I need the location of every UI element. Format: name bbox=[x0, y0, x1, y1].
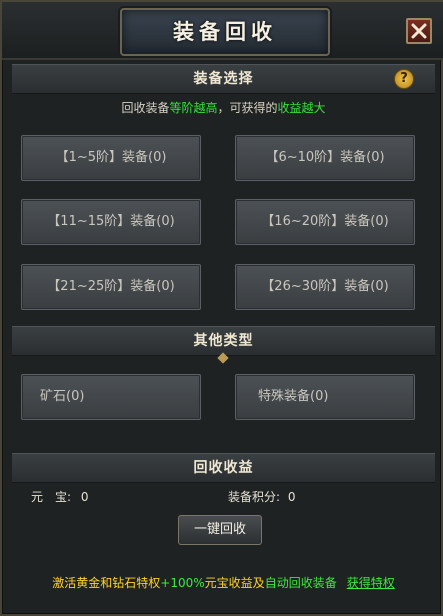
hint-highlight-2: 收益越大 bbox=[277, 101, 326, 115]
equip-tier-26-30-button[interactable]: 【26~30阶】装备(0) bbox=[235, 264, 415, 310]
equip-tier-16-20-button[interactable]: 【16~20阶】装备(0) bbox=[235, 199, 415, 245]
equip-tier-6-10-button[interactable]: 【6~10阶】装备(0) bbox=[235, 135, 415, 181]
equip-points-label: 装备积分: bbox=[228, 490, 281, 504]
close-button[interactable] bbox=[406, 18, 432, 44]
window-title: 装备回收 bbox=[173, 20, 277, 44]
equip-points-value: 0 bbox=[287, 490, 296, 504]
hint-text-2: ，可获得的 bbox=[217, 101, 278, 115]
title-bar: 装备回收 bbox=[2, 2, 443, 60]
privilege-footer: 激活黄金和钻石特权+100%元宝收益及自动回收装备 获得特权 bbox=[2, 574, 443, 591]
title-plate: 装备回收 bbox=[120, 8, 330, 56]
recycle-hint: 回收装备等阶越高，可获得的收益越大 bbox=[2, 99, 443, 116]
special-equipment-button[interactable]: 特殊装备(0) bbox=[235, 374, 415, 420]
section-other-title: 其他类型 bbox=[193, 333, 254, 349]
equip-tier-11-15-button[interactable]: 【11~15阶】装备(0) bbox=[21, 199, 201, 245]
section-income-title: 回收收益 bbox=[193, 460, 254, 476]
yuanbao-label: 元 宝: bbox=[31, 490, 72, 504]
section-other-header: 其他类型 bbox=[12, 326, 435, 356]
one-key-recycle-button[interactable]: 一键回收 bbox=[178, 515, 262, 545]
section-equipment-title: 装备选择 bbox=[193, 71, 254, 87]
recycle-window: 装备回收 装备选择 ? 回收装备等阶越高，可获得的收益越大 【1~5阶】装备(0… bbox=[0, 0, 443, 616]
yuanbao-stat: 元 宝: 0 bbox=[31, 488, 89, 505]
footer-bonus: +100% bbox=[160, 576, 205, 590]
help-icon[interactable]: ? bbox=[394, 69, 414, 89]
close-icon bbox=[411, 23, 427, 39]
yuanbao-value: 0 bbox=[80, 490, 89, 504]
equip-tier-1-5-button[interactable]: 【1~5阶】装备(0) bbox=[21, 135, 201, 181]
equip-points-stat: 装备积分: 0 bbox=[228, 488, 296, 505]
section-equipment-header: 装备选择 ? bbox=[12, 64, 435, 94]
hint-highlight-1: 等阶越高 bbox=[169, 101, 218, 115]
footer-text-1: 激活黄金和钻石特权 bbox=[52, 576, 161, 590]
footer-auto-recycle: 自动回收装备 bbox=[264, 576, 337, 590]
ore-button[interactable]: 矿石(0) bbox=[21, 374, 201, 420]
hint-text-1: 回收装备 bbox=[121, 101, 170, 115]
get-privilege-link[interactable]: 获得特权 bbox=[347, 576, 395, 590]
footer-text-2: 元宝收益及 bbox=[204, 576, 265, 590]
section-income-header: 回收收益 bbox=[12, 453, 435, 483]
equip-tier-21-25-button[interactable]: 【21~25阶】装备(0) bbox=[21, 264, 201, 310]
